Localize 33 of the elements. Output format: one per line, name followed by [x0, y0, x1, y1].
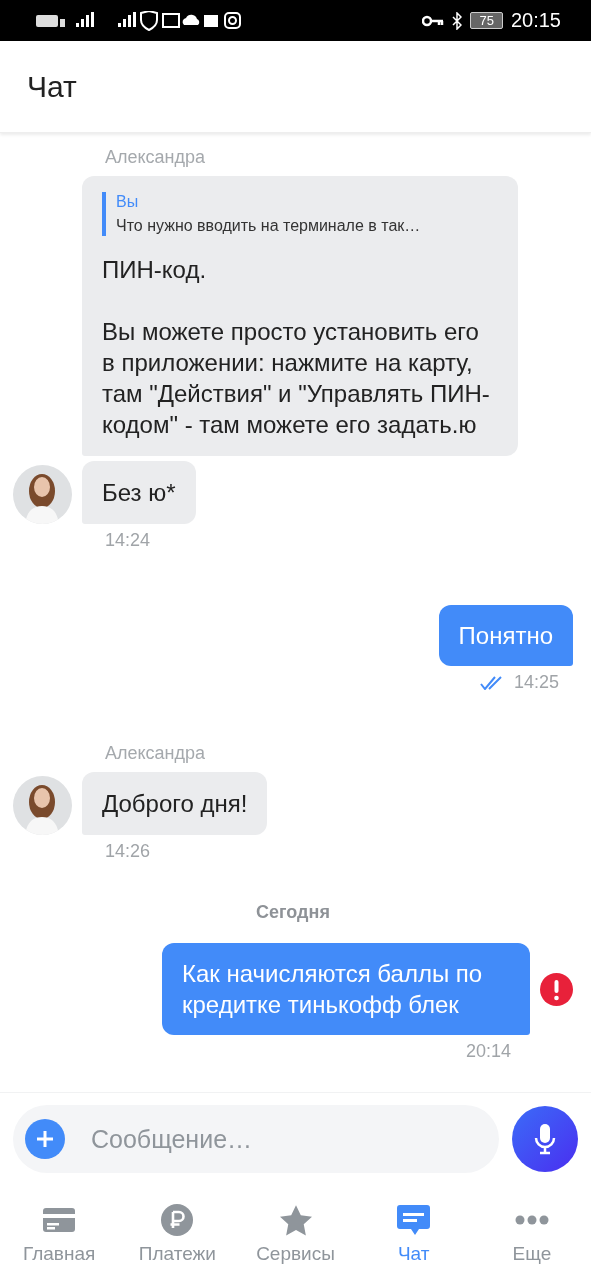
date-divider: Сегодня: [256, 902, 330, 923]
error-icon[interactable]: [540, 972, 573, 1006]
key-icon: [422, 14, 445, 27]
sender-name: Александра: [105, 147, 207, 168]
screen-title: Чат: [27, 69, 77, 104]
message-time: 14:26: [105, 841, 151, 862]
sender-name: Александра: [105, 743, 207, 764]
nav-tab[interactable]: Платежи: [118, 1185, 237, 1280]
message-text: ПИН-код. Вы можете просто установить его в приложении: нажмите на карту, там "Действия" и "Управлять ПИН-кодом" - там можете его задать.ю: [102, 256, 490, 438]
bluetooth-icon: [452, 11, 463, 30]
status-time: 20:15: [510, 9, 561, 32]
message-time: 20:14: [465, 1041, 511, 1062]
chat-icon: [397, 1204, 431, 1236]
message-bubble: Доброго дня!: [82, 772, 268, 835]
card-icon: [42, 1207, 77, 1233]
more-icon: [514, 1215, 549, 1225]
quote-text: Что нужно вводить на терминале в так…: [116, 216, 422, 236]
message-bubble: Без ю*: [82, 461, 196, 524]
message-bubble: Понятно: [438, 605, 573, 666]
message-bubble: Как начисляются баллы по кредитке тинькофф блек: [162, 943, 530, 1035]
message-time: 14:24: [105, 530, 151, 551]
star-icon: [279, 1204, 312, 1236]
quote-author: Вы: [116, 192, 140, 212]
microphone-icon: [534, 1123, 556, 1155]
message-input[interactable]: Сообщение…: [13, 1105, 499, 1173]
battery-indicator: 75: [470, 12, 503, 29]
nav-tab[interactable]: Главная: [0, 1185, 119, 1280]
plus-icon: [36, 1130, 54, 1148]
nav-tab[interactable]: Чат: [354, 1185, 473, 1280]
ruble-icon: [161, 1204, 194, 1236]
nav-tab[interactable]: Еще: [472, 1185, 591, 1280]
message-time: 14:25: [513, 672, 559, 693]
nav-tab[interactable]: Сервисы: [236, 1185, 355, 1280]
